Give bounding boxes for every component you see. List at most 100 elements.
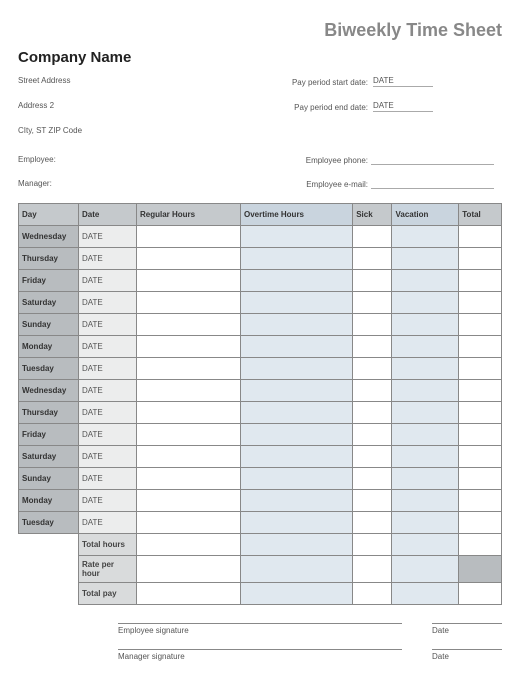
total-pay-reg[interactable] xyxy=(137,583,241,605)
cell-ot[interactable] xyxy=(240,402,352,424)
cell-tot[interactable] xyxy=(459,226,502,248)
cell-tot[interactable] xyxy=(459,336,502,358)
cell-vac[interactable] xyxy=(392,314,459,336)
cell-vac[interactable] xyxy=(392,402,459,424)
cell-sick[interactable] xyxy=(353,358,392,380)
cell-sick[interactable] xyxy=(353,314,392,336)
cell-date[interactable]: DATE xyxy=(79,380,137,402)
cell-reg[interactable] xyxy=(137,380,241,402)
cell-sick[interactable] xyxy=(353,292,392,314)
pay-end-value[interactable]: DATE xyxy=(373,101,433,112)
cell-sick[interactable] xyxy=(353,446,392,468)
cell-ot[interactable] xyxy=(240,292,352,314)
cell-tot[interactable] xyxy=(459,446,502,468)
cell-ot[interactable] xyxy=(240,336,352,358)
cell-sick[interactable] xyxy=(353,468,392,490)
total-hours-tot[interactable] xyxy=(459,534,502,556)
cell-tot[interactable] xyxy=(459,358,502,380)
cell-date[interactable]: DATE xyxy=(79,490,137,512)
cell-reg[interactable] xyxy=(137,424,241,446)
cell-vac[interactable] xyxy=(392,468,459,490)
cell-sick[interactable] xyxy=(353,248,392,270)
cell-tot[interactable] xyxy=(459,380,502,402)
cell-vac[interactable] xyxy=(392,226,459,248)
total-pay-ot[interactable] xyxy=(240,583,352,605)
cell-ot[interactable] xyxy=(240,446,352,468)
rate-ot[interactable] xyxy=(240,556,352,583)
cell-date[interactable]: DATE xyxy=(79,292,137,314)
cell-vac[interactable] xyxy=(392,380,459,402)
rate-tot[interactable] xyxy=(459,556,502,583)
cell-date[interactable]: DATE xyxy=(79,424,137,446)
cell-vac[interactable] xyxy=(392,358,459,380)
cell-sick[interactable] xyxy=(353,380,392,402)
cell-vac[interactable] xyxy=(392,512,459,534)
cell-date[interactable]: DATE xyxy=(79,468,137,490)
cell-ot[interactable] xyxy=(240,468,352,490)
cell-sick[interactable] xyxy=(353,336,392,358)
total-pay-vac[interactable] xyxy=(392,583,459,605)
cell-date[interactable]: DATE xyxy=(79,248,137,270)
total-pay-tot[interactable] xyxy=(459,583,502,605)
rate-sick[interactable] xyxy=(353,556,392,583)
cell-vac[interactable] xyxy=(392,292,459,314)
cell-vac[interactable] xyxy=(392,424,459,446)
pay-start-value[interactable]: DATE xyxy=(373,76,433,87)
cell-reg[interactable] xyxy=(137,446,241,468)
cell-vac[interactable] xyxy=(392,248,459,270)
cell-sick[interactable] xyxy=(353,424,392,446)
cell-tot[interactable] xyxy=(459,248,502,270)
cell-reg[interactable] xyxy=(137,226,241,248)
cell-tot[interactable] xyxy=(459,292,502,314)
cell-ot[interactable] xyxy=(240,270,352,292)
cell-reg[interactable] xyxy=(137,314,241,336)
cell-reg[interactable] xyxy=(137,402,241,424)
cell-ot[interactable] xyxy=(240,226,352,248)
cell-ot[interactable] xyxy=(240,248,352,270)
cell-ot[interactable] xyxy=(240,490,352,512)
cell-tot[interactable] xyxy=(459,424,502,446)
cell-date[interactable]: DATE xyxy=(79,226,137,248)
total-hours-sick[interactable] xyxy=(353,534,392,556)
emp-phone-input[interactable] xyxy=(371,155,494,165)
cell-sick[interactable] xyxy=(353,490,392,512)
cell-vac[interactable] xyxy=(392,446,459,468)
cell-date[interactable]: DATE xyxy=(79,314,137,336)
cell-sick[interactable] xyxy=(353,402,392,424)
cell-sick[interactable] xyxy=(353,270,392,292)
cell-ot[interactable] xyxy=(240,314,352,336)
cell-sick[interactable] xyxy=(353,226,392,248)
cell-ot[interactable] xyxy=(240,380,352,402)
cell-reg[interactable] xyxy=(137,512,241,534)
rate-reg[interactable] xyxy=(137,556,241,583)
cell-date[interactable]: DATE xyxy=(79,446,137,468)
total-pay-sick[interactable] xyxy=(353,583,392,605)
cell-reg[interactable] xyxy=(137,248,241,270)
cell-tot[interactable] xyxy=(459,490,502,512)
rate-vac[interactable] xyxy=(392,556,459,583)
cell-date[interactable]: DATE xyxy=(79,336,137,358)
cell-reg[interactable] xyxy=(137,336,241,358)
cell-ot[interactable] xyxy=(240,512,352,534)
total-hours-reg[interactable] xyxy=(137,534,241,556)
cell-reg[interactable] xyxy=(137,292,241,314)
total-hours-ot[interactable] xyxy=(240,534,352,556)
cell-tot[interactable] xyxy=(459,468,502,490)
cell-date[interactable]: DATE xyxy=(79,358,137,380)
cell-vac[interactable] xyxy=(392,270,459,292)
cell-date[interactable]: DATE xyxy=(79,512,137,534)
cell-tot[interactable] xyxy=(459,314,502,336)
cell-tot[interactable] xyxy=(459,270,502,292)
cell-reg[interactable] xyxy=(137,270,241,292)
cell-tot[interactable] xyxy=(459,402,502,424)
cell-ot[interactable] xyxy=(240,358,352,380)
cell-reg[interactable] xyxy=(137,358,241,380)
cell-date[interactable]: DATE xyxy=(79,402,137,424)
cell-reg[interactable] xyxy=(137,468,241,490)
cell-ot[interactable] xyxy=(240,424,352,446)
cell-vac[interactable] xyxy=(392,336,459,358)
emp-email-input[interactable] xyxy=(371,179,494,189)
cell-vac[interactable] xyxy=(392,490,459,512)
cell-reg[interactable] xyxy=(137,490,241,512)
cell-sick[interactable] xyxy=(353,512,392,534)
